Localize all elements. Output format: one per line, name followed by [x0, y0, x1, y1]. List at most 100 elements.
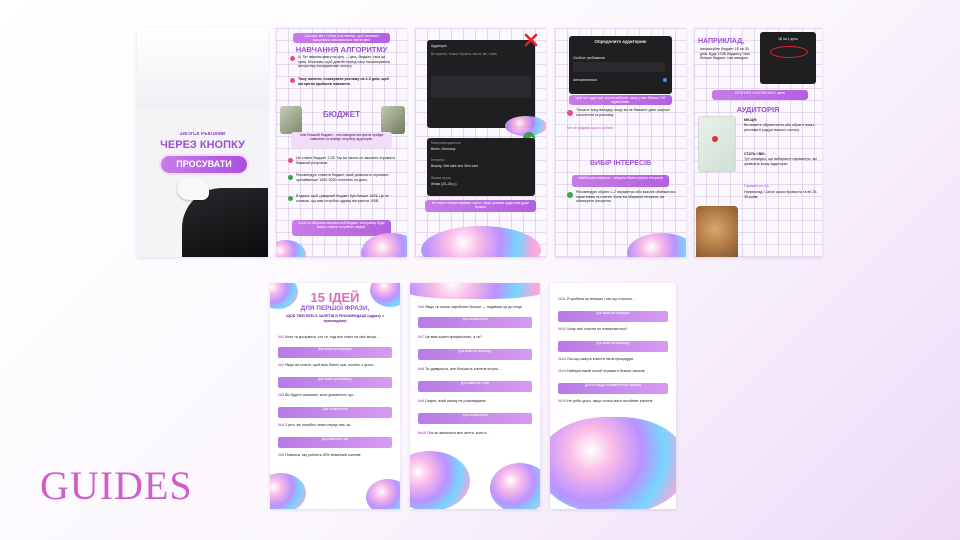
idea-number: №14	[558, 369, 567, 373]
idea-row: №7 Це вміє кожен професіонал, а ти?	[418, 335, 532, 344]
panel1-text: Всі країни, тільки Україна, міста, вік, …	[431, 52, 498, 56]
panel2-label: Місцезнаходження	[431, 141, 461, 145]
idea-number: №6	[418, 305, 425, 309]
idea-row: №9 Секрет, який нікому не розповідають	[418, 399, 532, 408]
radio-selected-icon	[663, 78, 667, 82]
idea-number: №9	[418, 399, 425, 403]
warning-icon	[567, 110, 573, 116]
item5-text: В ідеалі, щоб сумарний бюджет був більше…	[296, 194, 389, 203]
idea-number: №4	[278, 423, 285, 427]
idea-row: №10 Ось як змінилося моє життя, коли я..…	[418, 431, 532, 440]
idea-text: Секрет, який нікому не розповідають	[425, 399, 487, 403]
example-text: налаштуйте бюджет 1$ на 30 днів. Буде 10…	[700, 47, 750, 61]
slide-algorithm-budget[interactable]: Сьогодні ми з тобою розглянемо, щоб камп…	[276, 28, 407, 257]
places-label: МІСЦЯ:	[744, 118, 757, 122]
heading-algorithm: НАВЧАННЯ АЛГОРИТМУ	[295, 45, 388, 54]
cover-button[interactable]: ПРОСУВАТИ	[161, 156, 247, 173]
idea-number: №2	[278, 363, 285, 367]
idea-number: №5	[278, 453, 285, 457]
idea-row: №11 Я зробила це вперше і ось що сталося…	[558, 297, 668, 306]
item4-text: Рекомендую ставити бюджет, який дозволит…	[296, 173, 389, 182]
ideas-title: 15 ІДЕЙ	[310, 290, 360, 305]
idea-text: 3 речі, які потрібно знати перед тим, як…	[285, 423, 354, 427]
cover-top-wash	[137, 28, 268, 108]
audience-tag: Для косметолога	[278, 407, 392, 418]
idea-row: №2 Якщо ви хочете, щоб ваш бізнес зріс, …	[278, 363, 392, 372]
panel2-label2: Інтереси	[431, 158, 445, 162]
slide-ideas-part1[interactable]: 15 ІДЕЙ ДЛЯ ПЕРШОЇ ФРАЗИ, ЩОБ ТВІЙ REELS…	[270, 283, 400, 509]
warning-text: Тільки в тому випадку, якщо ви не бажаєт…	[576, 108, 670, 117]
panel1-label: Аудиторія	[431, 44, 447, 48]
item3-icon	[288, 158, 293, 163]
decorative-blob-bottom	[627, 233, 686, 257]
audience-tag: Для майстра з вій	[278, 437, 392, 448]
idea-row: №6 Якщо ти хочеш заробляти більше — поди…	[418, 305, 532, 314]
money-photo-right	[381, 106, 405, 134]
idea-text: Чому твої клієнти не повертаються?	[567, 327, 628, 331]
audience-type-pill: Цей тип аудиторії можна вибрати, якщо у …	[569, 95, 672, 105]
idea-row: №13 Ось що кажуть клієнти після процедур…	[558, 357, 668, 366]
panel2-value2: Beauty, Self care and Skin care	[431, 164, 479, 168]
idea-number: №8	[418, 367, 425, 371]
decorative-blob-top	[410, 283, 540, 299]
panel1-divider	[431, 76, 531, 98]
idea-row: №1 Коли ти зрозумієш, хто ти, тоді все с…	[278, 335, 392, 344]
cover-line1: ЗАПУСК РЕКЛАМИ	[179, 132, 226, 137]
screen-option1: Особые требования	[573, 56, 605, 60]
idea-text: Не роби цього, якщо хочеш мати постійних…	[567, 399, 653, 403]
panel2-label3: Вікова група	[431, 176, 451, 180]
audience-tag: Для майстра манікюру	[278, 377, 392, 388]
screen-option2: Автоматически	[573, 78, 597, 82]
decorative-blob-bottom-right	[490, 463, 540, 509]
screen-title: Определите аудиторию	[594, 40, 647, 44]
idea-text: Найпростіший спосіб отримати більше запи…	[567, 369, 645, 373]
decorative-blob-bottom	[410, 451, 470, 509]
forecast-pill: ПРОГНОЗ ОХОПЛЕННЯ 1 день	[712, 90, 808, 100]
idea-text: Якщо ти хочеш заробляти більше — подивис…	[425, 305, 522, 309]
idea-row: №4 3 речі, які потрібно знати перед тим,…	[278, 423, 392, 432]
audience-tag: Для майстра з брів	[418, 381, 532, 392]
slide-ideas-part3[interactable]: №11 Я зробила це вперше і ось що сталося…	[550, 283, 676, 509]
idea-number: №12	[558, 327, 567, 331]
audience-tag: Для майстра перукаря	[558, 311, 668, 322]
idea-row: №5 Помилка, яку роблять 90% власників са…	[278, 453, 392, 462]
slide-interests[interactable]: Определите аудиторию Особые требования А…	[555, 28, 686, 257]
places-text: Ви можете обрати місто або обрати показ …	[744, 123, 814, 132]
audience-tag: Для майстра манікюру	[418, 349, 532, 360]
idea-number: №13	[558, 357, 567, 361]
decorative-blob-left	[276, 240, 306, 257]
item1-icon	[290, 56, 295, 61]
item2-icon	[290, 78, 295, 83]
slide-ideas-part2[interactable]: №6 Якщо ти хочеш заробляти більше — поди…	[410, 283, 540, 509]
slide-cover[interactable]: ЗАПУСК РЕКЛАМИ ЧЕРЕЗ КНОПКУ ПРОСУВАТИ	[137, 28, 268, 257]
audience-tag: Для косметолога	[418, 413, 532, 424]
map-pin-icon	[712, 136, 718, 142]
interests-text: Рекомендую обрати 1-2 параметри або взаг…	[576, 190, 676, 204]
ideas-title-sub: ДЛЯ ПЕРШОЇ ФРАЗИ,	[300, 305, 370, 312]
idea-text: Це вміє кожен професіонал, а ти?	[425, 335, 482, 339]
idea-text: Ти здивуєшся, але більшість клієнтів хоч…	[425, 367, 502, 371]
decorative-blob-large	[550, 417, 676, 509]
idea-number: №3	[278, 393, 285, 397]
white-glove-illustration	[177, 178, 209, 200]
idea-number: №1	[278, 335, 285, 339]
gender-age-label: СТАТЬ І ВІК:	[744, 152, 766, 156]
heading-interests: ВИБІР ІНТЕРЕСІВ	[589, 160, 651, 167]
highlight-circle	[770, 46, 808, 58]
decorative-blob	[361, 233, 407, 257]
item2-text: Тому змінити, показувати рекламу на 4-5 …	[298, 77, 389, 86]
decorative-blob-bottom	[270, 473, 306, 509]
decorative-blob-bottom	[421, 226, 541, 257]
cover-button-label: ПРОСУВАТИ	[176, 159, 232, 169]
idea-number: №15	[558, 399, 567, 403]
heading-audience: АУДИТОРІЯ	[736, 105, 780, 114]
idea-text: Ось як змінилося моє життя, коли я...	[427, 431, 490, 435]
idea-number: №7	[418, 335, 425, 339]
audience-tag: Для майстра перукаря	[278, 347, 392, 358]
gender-age-text: Тут очевидно, що вибираєте параметри, як…	[744, 157, 817, 166]
item5-icon	[288, 196, 293, 201]
params-label: Параметри ЦА:	[744, 184, 770, 188]
idea-text: Якщо ви хочете, щоб ваш бізнес зріс, поч…	[285, 363, 377, 367]
slide-example-audience[interactable]: НАПРИКЛАД, налаштуйте бюджет 1$ на 30 дн…	[694, 28, 822, 257]
slide-audience-example[interactable]: Аудиторія Всі країни, тільки Україна, мі…	[415, 28, 546, 257]
